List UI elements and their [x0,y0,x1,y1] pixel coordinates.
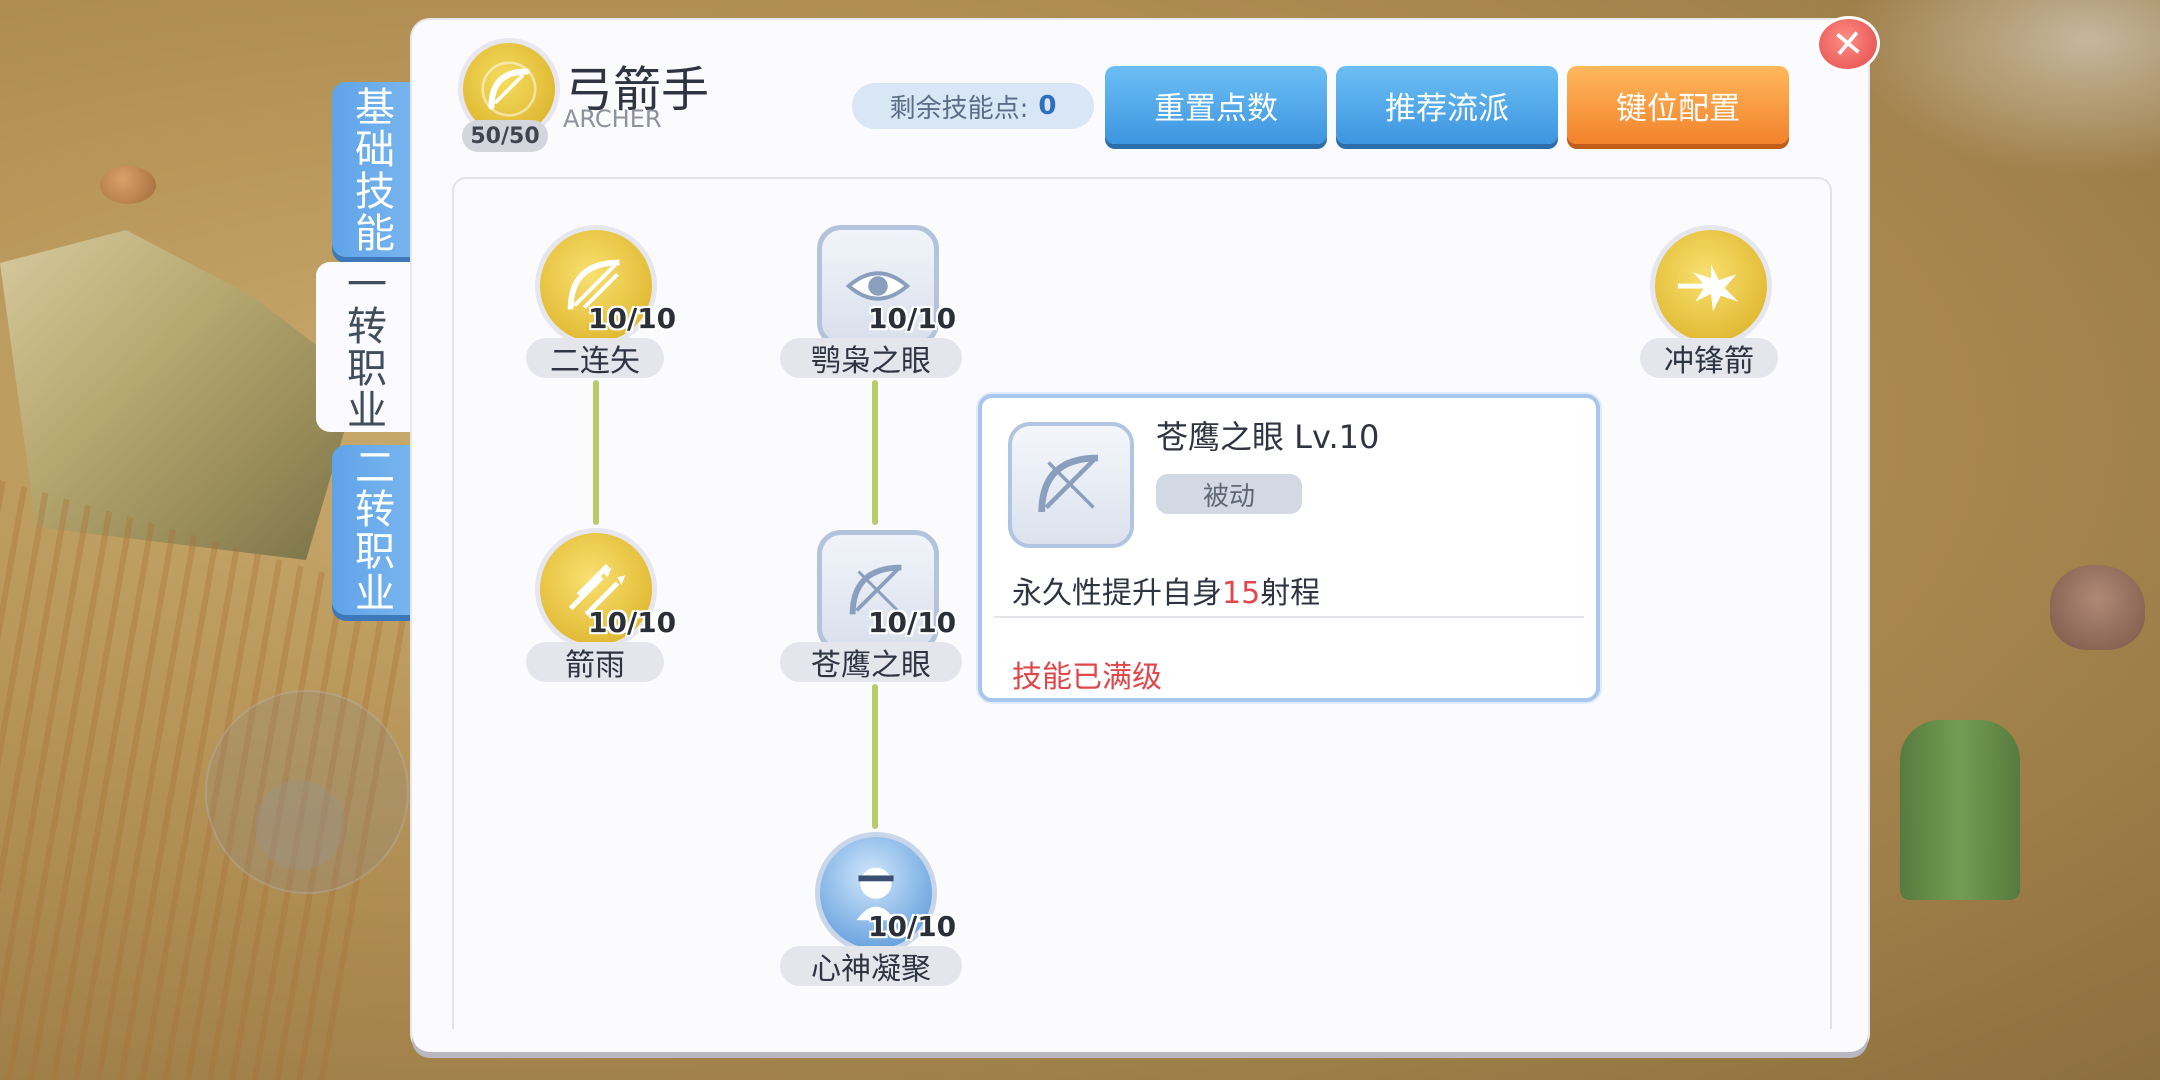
keybind-config-button[interactable]: 键位配置 [1567,66,1789,144]
close-icon: ✕ [1830,20,1866,68]
class-name-en: ARCHER [563,105,662,133]
skill-connector [872,380,878,525]
charge-arrow-icon [1677,264,1739,312]
tab-second-job[interactable]: 二转职业 [332,445,410,615]
skill-name: 鹗枭之眼 [780,338,962,379]
skill-connector [872,684,878,829]
bow-emblem-icon [481,61,537,117]
desert-creature [2050,565,2145,650]
skill-name: 心神凝聚 [780,946,962,987]
tooltip-title: 苍鹰之眼 Lv.10 [1156,418,1380,456]
cactus [1900,720,2020,900]
tooltip-type-badge: 被动 [1156,474,1302,514]
small-stone [100,166,156,204]
skill-level: 10/10 [588,606,677,639]
skill-name: 苍鹰之眼 [780,642,962,683]
tooltip-desc-value: 15 [1222,576,1261,611]
tab-basic-skills[interactable]: 基础技能 [332,82,410,257]
skill-name: 冲锋箭 [1640,338,1778,379]
skill-points-value: 0 [1038,91,1057,121]
recommend-build-button[interactable]: 推荐流派 [1336,66,1558,144]
skill-level: 10/10 [868,910,957,943]
skill-level: 10/10 [588,302,677,335]
class-level-badge: 50/50 [462,120,548,152]
reset-points-button[interactable]: 重置点数 [1105,66,1327,144]
tooltip-desc-prefix: 永久性提升自身 [1012,576,1222,611]
tooltip-skill-icon [1008,422,1134,548]
joystick-knob[interactable] [255,780,345,870]
skill-name: 二连矢 [526,338,664,379]
tooltip-max-level-status: 技能已满级 [1012,660,1162,695]
remaining-skill-points: 剩余技能点: 0 [852,83,1094,129]
tooltip-description: 永久性提升自身15射程 [1012,568,1320,612]
skill-connector [593,380,599,525]
skill-points-label: 剩余技能点: [889,93,1029,124]
tab-first-job[interactable]: 一转职业 [316,262,410,432]
bow-icon [1038,454,1099,513]
skill-level: 10/10 [868,302,957,335]
skill-name: 箭雨 [526,642,664,683]
tooltip-divider [994,616,1584,618]
skill-charge-arrow[interactable] [1650,225,1772,347]
tooltip-desc-suffix: 射程 [1260,576,1321,611]
skill-level: 10/10 [868,606,957,639]
skill-tooltip: 苍鹰之眼 Lv.10 被动 永久性提升自身15射程 技能已满级 [978,394,1600,702]
